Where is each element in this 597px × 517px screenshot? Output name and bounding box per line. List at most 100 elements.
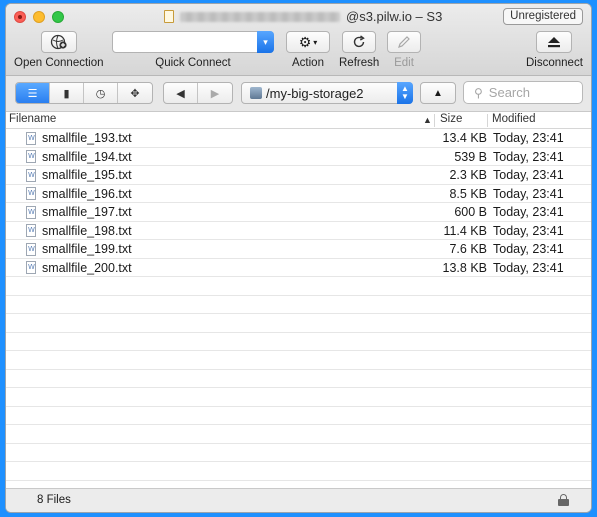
size-cell: 539 B [454,149,487,164]
close-window-button[interactable] [14,11,26,23]
size-cell: 11.4 KB [443,223,487,238]
edit-label: Edit [394,57,414,69]
filename-text: smallfile_197.txt [42,205,132,219]
path-dropdown-button[interactable]: ▲ ▼ [397,82,413,104]
disk-icon [250,87,262,99]
empty-row [6,444,591,462]
network-icon: ✥ [130,87,140,100]
edit-tool[interactable]: Edit [387,31,421,69]
text-file-icon [26,205,36,219]
open-connection-label: Open Connection [14,57,104,69]
filename-text: smallfile_200.txt [42,260,132,275]
eject-icon [548,37,561,48]
forward-button[interactable]: ▶ [198,83,232,103]
file-row[interactable]: smallfile_193.txt 13.4 KB Today, 23:41 [6,129,591,148]
file-row[interactable]: smallfile_199.txt 7.6 KB Today, 23:41 [6,240,591,259]
file-row[interactable]: smallfile_198.txt 11.4 KB Today, 23:41 [6,222,591,240]
file-row[interactable]: smallfile_194.txt 539 B Today, 23:41 [6,148,591,166]
file-table-header: Filename ▲ Size Modified [6,112,591,129]
text-file-icon [26,242,36,256]
empty-row [6,277,591,296]
redacted-hostname [180,11,340,22]
file-row[interactable]: smallfile_200.txt 13.8 KB Today, 23:41 [6,259,591,277]
history-tab[interactable]: ◷ [84,83,118,103]
column-divider[interactable] [487,114,488,127]
action-button[interactable]: ⚙ ▾ [286,31,330,53]
bookmarks-tab[interactable]: ▮ [50,83,84,103]
search-field[interactable]: ⚲ Search [463,81,583,104]
chevron-down-icon: ▾ [263,36,268,47]
refresh-icon [353,35,365,48]
window-title: @s3.pilw.io – S3 [164,9,442,24]
bookmark-icon: ▮ [63,87,70,100]
action-label: Action [292,57,324,69]
empty-row [6,314,591,333]
zoom-window-button[interactable] [52,11,64,23]
bonjour-tab[interactable]: ✥ [118,83,152,103]
disconnect-label: Disconnect [526,57,583,69]
forward-arrow-icon: ▶ [210,87,220,100]
quick-connect-tool: ▾ Quick Connect [112,31,274,69]
refresh-button[interactable] [342,31,377,53]
modified-column-header[interactable]: Modified [492,113,535,125]
modified-cell: Today, 23:41 [493,205,564,219]
refresh-tool[interactable]: Refresh [339,31,379,69]
empty-row [6,351,591,370]
text-file-icon [26,261,36,274]
size-cell: 7.6 KB [449,242,487,256]
titlebar: @s3.pilw.io – S3 Unregistered Open Conne… [6,4,591,76]
filename-cell: smallfile_193.txt [26,131,132,145]
modified-cell: Today, 23:41 [493,223,564,238]
browser-tab[interactable]: ☰ [16,83,50,103]
open-connection-button[interactable] [40,31,77,53]
quick-connect-dropdown-button[interactable]: ▾ [257,31,274,53]
history-nav-segment: ◀ ▶ [163,82,233,104]
clock-icon: ◷ [95,87,106,100]
action-tool[interactable]: ⚙ ▾ Action [286,31,330,69]
size-cell: 8.5 KB [449,186,487,201]
disconnect-button[interactable] [536,31,573,53]
minimize-window-button[interactable] [33,11,45,23]
text-file-icon [26,131,36,145]
open-connection-tool[interactable]: Open Connection [14,31,104,69]
quick-connect-field[interactable]: ▾ [112,31,274,53]
file-row[interactable]: smallfile_197.txt 600 B Today, 23:41 [6,203,591,222]
empty-row [6,425,591,444]
edit-button[interactable] [387,31,421,53]
window-title-text: @s3.pilw.io – S3 [346,9,443,24]
app-window: @s3.pilw.io – S3 Unregistered Open Conne… [6,4,591,512]
filename-column-header[interactable]: Filename [9,113,56,125]
chevron-down-icon: ▾ [313,37,318,47]
filename-cell: smallfile_195.txt [26,168,132,182]
window-controls [14,11,64,23]
back-button[interactable]: ◀ [164,83,198,103]
file-row[interactable]: smallfile_196.txt 8.5 KB Today, 23:41 [6,185,591,203]
file-count: 8 Files [37,494,71,506]
globe-plus-icon [50,34,67,50]
parent-directory-button[interactable]: ▲ [420,82,456,104]
status-bar: 8 Files [6,488,591,512]
disconnect-tool[interactable]: Disconnect [526,31,583,69]
empty-row [6,296,591,314]
filename-cell: smallfile_194.txt [26,150,132,164]
text-file-icon [26,224,36,237]
up-down-chevron-icon: ▲ ▼ [401,84,409,101]
path-selector[interactable]: /my-big-storage2 ▲ ▼ [241,82,413,104]
size-column-header[interactable]: Size [440,113,462,125]
file-list: smallfile_193.txt 13.4 KB Today, 23:41 s… [6,129,591,488]
size-cell: 2.3 KB [449,168,487,182]
lock-icon[interactable] [558,494,569,506]
filename-text: smallfile_198.txt [42,223,132,238]
filename-text: smallfile_195.txt [42,168,132,182]
filename-cell: smallfile_198.txt [26,224,132,238]
column-divider[interactable] [434,114,435,127]
unregistered-badge[interactable]: Unregistered [503,8,583,25]
file-row[interactable]: smallfile_195.txt 2.3 KB Today, 23:41 [6,166,591,185]
empty-row [6,462,591,481]
search-placeholder: Search [488,85,530,100]
empty-row [6,388,591,407]
search-icon: ⚲ [474,85,483,100]
filename-text: smallfile_199.txt [42,242,132,256]
filename-text: smallfile_193.txt [42,131,132,145]
text-file-icon [26,187,36,200]
